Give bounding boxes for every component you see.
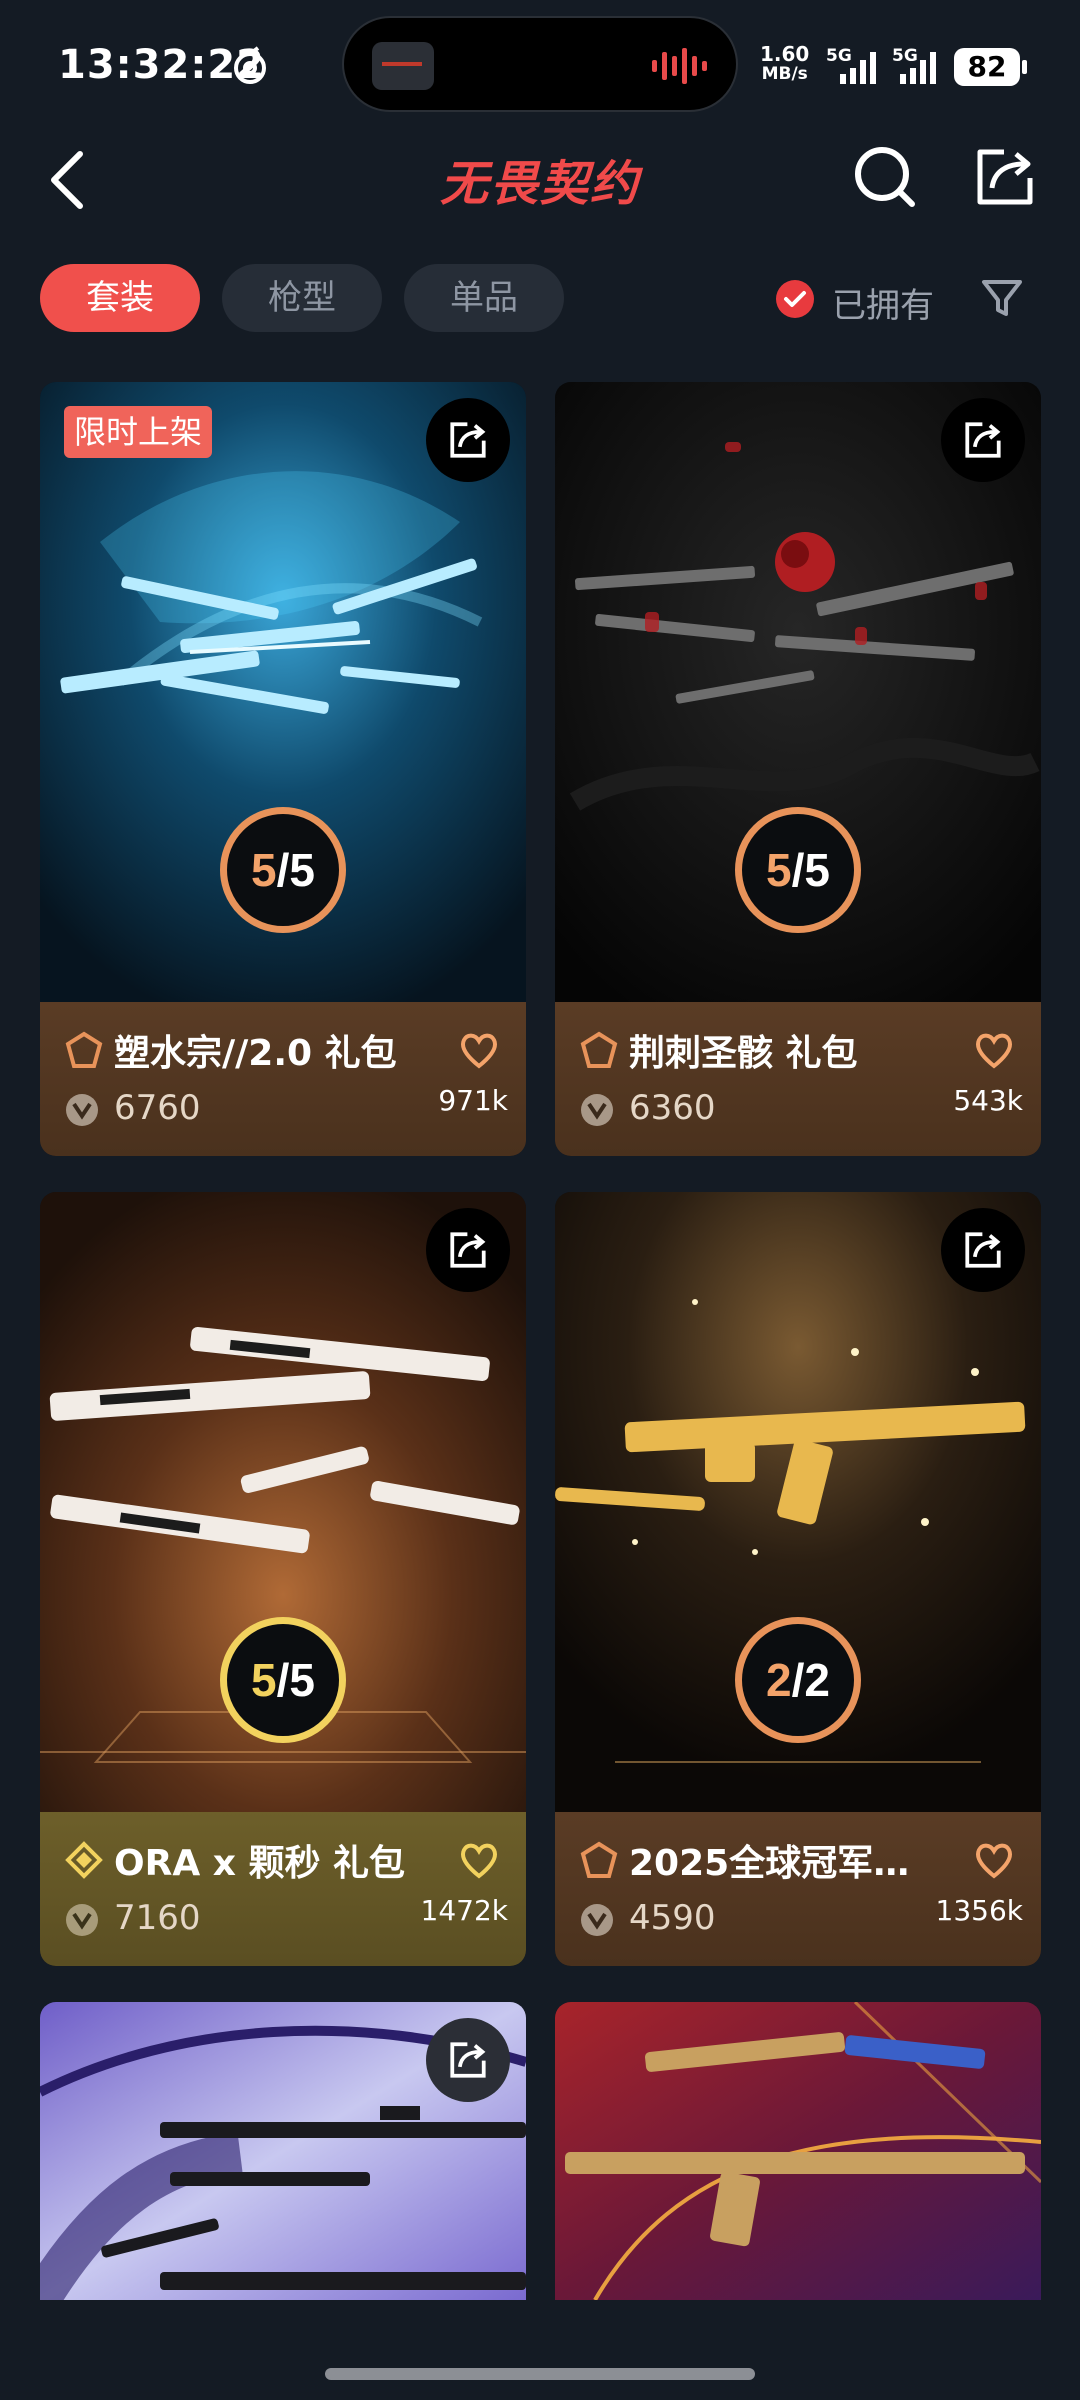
card-info: 塑水宗//2.0 礼包 6760 971k (40, 1002, 526, 1156)
tier-gold-icon (65, 1841, 103, 1879)
share-icon (450, 1232, 486, 1268)
tab-single-item[interactable]: 单品 (404, 264, 564, 332)
tier-bronze-icon (580, 1031, 618, 1068)
owned-count: 5 (251, 844, 277, 896)
currency-icon (581, 1094, 613, 1126)
island-thumbnail (372, 42, 434, 90)
like-count: 1472k (420, 1894, 508, 1927)
bundle-card[interactable]: 5/5 ORA x 颗秒 礼包 7160 1472k (40, 1192, 526, 1966)
owned-count: 5 (251, 1654, 277, 1706)
owned-progress-badge: 5/5 (220, 1617, 346, 1743)
total-count: 5 (804, 844, 830, 896)
bundle-price: 6760 (114, 1088, 201, 1128)
bundle-name: 2025全球冠军… (629, 1843, 910, 1884)
card-info: 2025全球冠军… 4590 1356k (555, 1812, 1041, 1966)
bundle-card[interactable]: 限时上架 5/5 塑水宗//2.0 礼包 6760 971k (40, 382, 526, 1156)
share-icon (965, 422, 1001, 458)
owned-count: 2 (766, 1654, 792, 1706)
card-share-button[interactable] (426, 2018, 510, 2102)
filter-icon[interactable] (980, 276, 1024, 320)
owned-count: 5 (766, 844, 792, 896)
bundle-price: 4590 (629, 1898, 716, 1938)
dynamic-island[interactable] (342, 16, 738, 112)
currency-icon (581, 1904, 613, 1936)
like-count: 1356k (935, 1894, 1023, 1927)
owned-progress-badge: 2/2 (735, 1617, 861, 1743)
heart-icon[interactable] (458, 1840, 500, 1880)
tier-bronze-icon (65, 1031, 103, 1068)
bundle-card[interactable] (555, 2002, 1041, 2300)
search-icon[interactable] (850, 142, 920, 212)
currency-icon (66, 1094, 98, 1126)
status-bar: 13:32:22 1.60 MB/s 5G 5G 82 (0, 0, 1080, 130)
net-speed-value: 1.60 (760, 42, 810, 66)
heart-icon[interactable] (973, 1840, 1015, 1880)
audio-wave-icon (652, 48, 707, 84)
owned-progress-badge: 5/5 (220, 807, 346, 933)
bundle-name: 塑水宗//2.0 礼包 (114, 1033, 397, 1074)
tab-bundle[interactable]: 套装 (40, 264, 200, 332)
share-icon (450, 422, 486, 458)
total-count: 5 (289, 844, 315, 896)
card-share-button[interactable] (941, 1208, 1025, 1292)
bundle-card[interactable]: 2/2 2025全球冠军… 4590 1356k (555, 1192, 1041, 1966)
limited-time-badge: 限时上架 (64, 406, 213, 458)
bundle-name: ORA x 颗秒 礼包 (114, 1843, 406, 1884)
bundle-card[interactable] (40, 2002, 526, 2300)
heart-icon[interactable] (973, 1030, 1015, 1070)
heart-icon[interactable] (458, 1030, 500, 1070)
owned-filter-label: 已拥有 (832, 286, 934, 326)
battery-indicator: 82 (954, 48, 1027, 86)
card-info: 荆刺圣骸 礼包 6360 543k (555, 1002, 1041, 1156)
home-indicator[interactable] (325, 2368, 755, 2380)
card-share-button[interactable] (426, 398, 510, 482)
app-header: 无畏契约 (0, 130, 1080, 240)
total-count: 5 (289, 1654, 315, 1706)
checkbox-checked-icon[interactable] (776, 280, 814, 318)
net-speed-unit: MB/s (761, 64, 808, 84)
signal-icon (900, 52, 936, 84)
tab-weapon-type[interactable]: 枪型 (222, 264, 382, 332)
card-share-button[interactable] (941, 398, 1025, 482)
currency-icon (66, 1904, 98, 1936)
net-speed: 1.60 MB/s (760, 44, 809, 84)
signal-icon (840, 52, 876, 84)
share-icon (450, 2042, 486, 2078)
like-count: 971k (438, 1084, 508, 1117)
total-count: 2 (804, 1654, 830, 1706)
bundle-price: 7160 (114, 1898, 201, 1938)
bundle-name: 荆刺圣骸 礼包 (629, 1033, 858, 1074)
target-icon (234, 46, 266, 84)
like-count: 543k (953, 1084, 1023, 1117)
card-share-button[interactable] (426, 1208, 510, 1292)
card-info: ORA x 颗秒 礼包 7160 1472k (40, 1812, 526, 1966)
share-icon[interactable] (970, 142, 1040, 212)
share-icon (965, 1232, 1001, 1268)
bundle-price: 6360 (629, 1088, 716, 1128)
bundle-artwork (555, 2002, 1041, 2300)
tier-bronze-icon (580, 1841, 618, 1878)
bundle-card[interactable]: 5/5 荆刺圣骸 礼包 6360 543k (555, 382, 1041, 1156)
owned-progress-badge: 5/5 (735, 807, 861, 933)
